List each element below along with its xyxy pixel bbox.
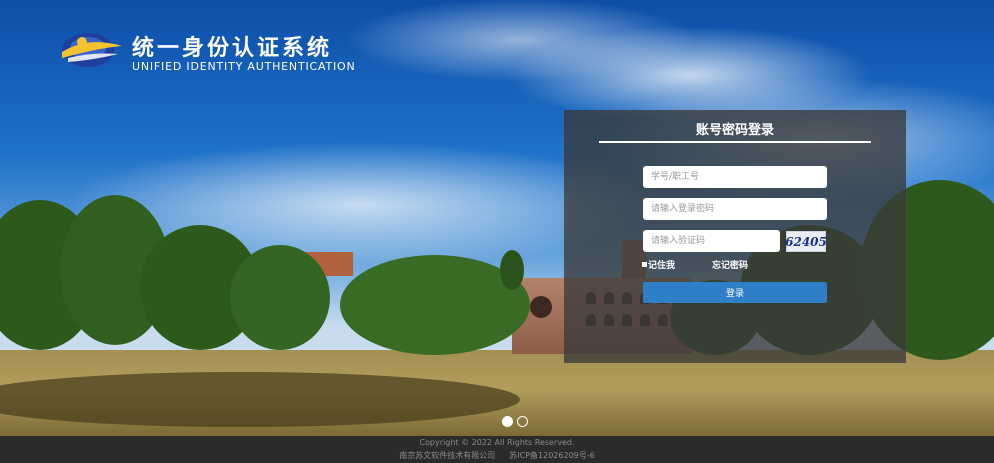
site-logo: 统一身份认证系统 UNIFIED IDENTITY AUTHENTICATION	[58, 28, 355, 78]
forgot-password-link[interactable]: 忘记密码	[712, 258, 748, 271]
tree	[500, 250, 524, 290]
icp-link[interactable]: 苏ICP备12026209号-6	[509, 451, 594, 460]
carousel-indicators	[502, 416, 532, 430]
captcha-input[interactable]	[643, 230, 780, 252]
login-panel: 账号密码登录 62405 记住我 忘记密码 登录	[564, 110, 906, 363]
remember-me-label: 记住我	[648, 261, 676, 271]
captcha-image[interactable]: 62405	[785, 231, 827, 252]
footer-info: 南京苏文软件技术有限公司 苏ICP备12026209号-6	[0, 450, 994, 461]
checkbox-icon[interactable]	[642, 262, 647, 267]
username-input[interactable]	[643, 166, 827, 188]
company-name: 南京苏文软件技术有限公司	[399, 451, 496, 460]
remember-me-checkbox[interactable]: 记住我	[642, 258, 675, 271]
copyright-text: Copyright © 2022 All Rights Reserved.	[419, 438, 575, 447]
title-underline	[599, 141, 871, 143]
tree	[230, 245, 330, 350]
university-emblem-icon	[62, 33, 122, 67]
system-title-cn: 统一身份认证系统	[132, 36, 333, 61]
carousel-dot-active[interactable]	[502, 416, 513, 427]
system-title-en: UNIFIED IDENTITY AUTHENTICATION	[132, 60, 356, 73]
password-input[interactable]	[643, 198, 827, 220]
login-title: 账号密码登录	[695, 123, 774, 138]
footer: Copyright © 2022 All Rights Reserved. 南京…	[0, 436, 994, 463]
carousel-dot[interactable]	[517, 416, 528, 427]
login-button[interactable]: 登录	[643, 282, 827, 303]
